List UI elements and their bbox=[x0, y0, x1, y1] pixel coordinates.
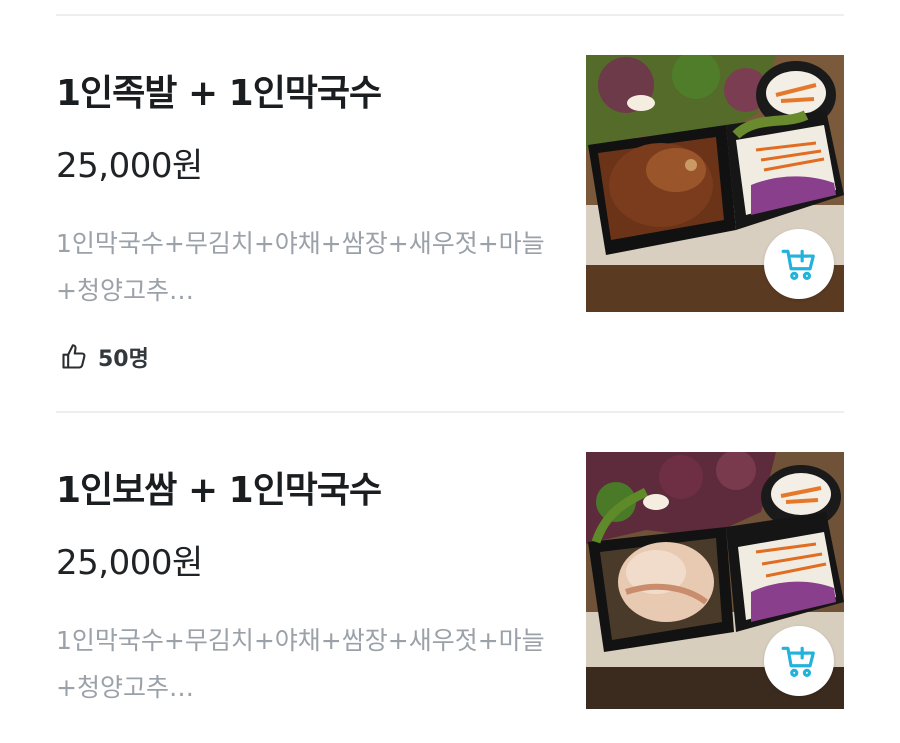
menu-item-price: 25,000원 bbox=[56, 543, 203, 583]
menu-item-description: 1인막국수+무김치+야채+쌈장+새우젓+마늘+청양고추… bbox=[56, 229, 545, 305]
menu-item-jokbal[interactable]: 1인족발 + 1인막국수 25,000원 1인막국수+무김치+야채+쌈장+새우젓… bbox=[56, 16, 844, 411]
like-count[interactable]: 50명 bbox=[60, 341, 149, 373]
menu-item-name: 1인보쌈 + 1인막국수 bbox=[56, 470, 382, 511]
add-to-cart-button[interactable] bbox=[764, 229, 834, 299]
add-to-cart-button[interactable] bbox=[764, 626, 834, 696]
menu-item-bossam[interactable]: 1인보쌈 + 1인막국수 25,000원 1인막국수+무김치+야채+쌈장+새우젓… bbox=[56, 413, 844, 743]
add-to-cart-icon bbox=[781, 646, 815, 677]
menu-item-price: 25,000원 bbox=[56, 146, 203, 186]
menu-item-photo[interactable] bbox=[586, 55, 844, 312]
like-count-label: 50명 bbox=[98, 347, 149, 372]
thumbs-up-icon bbox=[62, 344, 86, 369]
menu-item-description: 1인막국수+무김치+야채+쌈장+새우젓+마늘+청양고추… bbox=[56, 626, 545, 702]
menu-item-photo[interactable] bbox=[586, 452, 844, 709]
add-to-cart-icon bbox=[781, 249, 815, 280]
menu-item-name: 1인족발 + 1인막국수 bbox=[56, 73, 382, 114]
